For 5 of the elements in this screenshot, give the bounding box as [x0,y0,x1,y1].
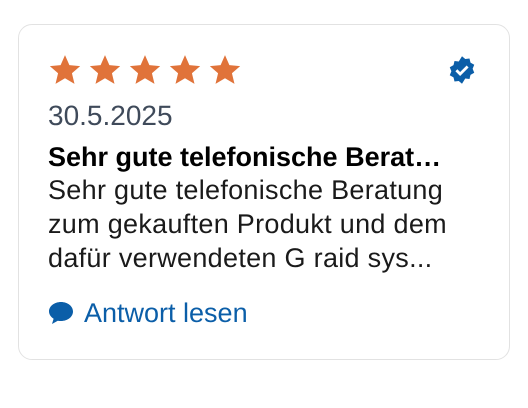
review-title: Sehr gute telefonische Berat… [48,141,442,173]
read-reply-link[interactable]: Antwort lesen [48,297,248,329]
review-text: Sehr gute telefonische Beratung zum gekauften Produkt und dem dafür verwendeten G raid sys... [48,174,448,275]
review-date: 30.5.2025 [48,101,174,131]
speech-bubble-icon [48,301,74,325]
